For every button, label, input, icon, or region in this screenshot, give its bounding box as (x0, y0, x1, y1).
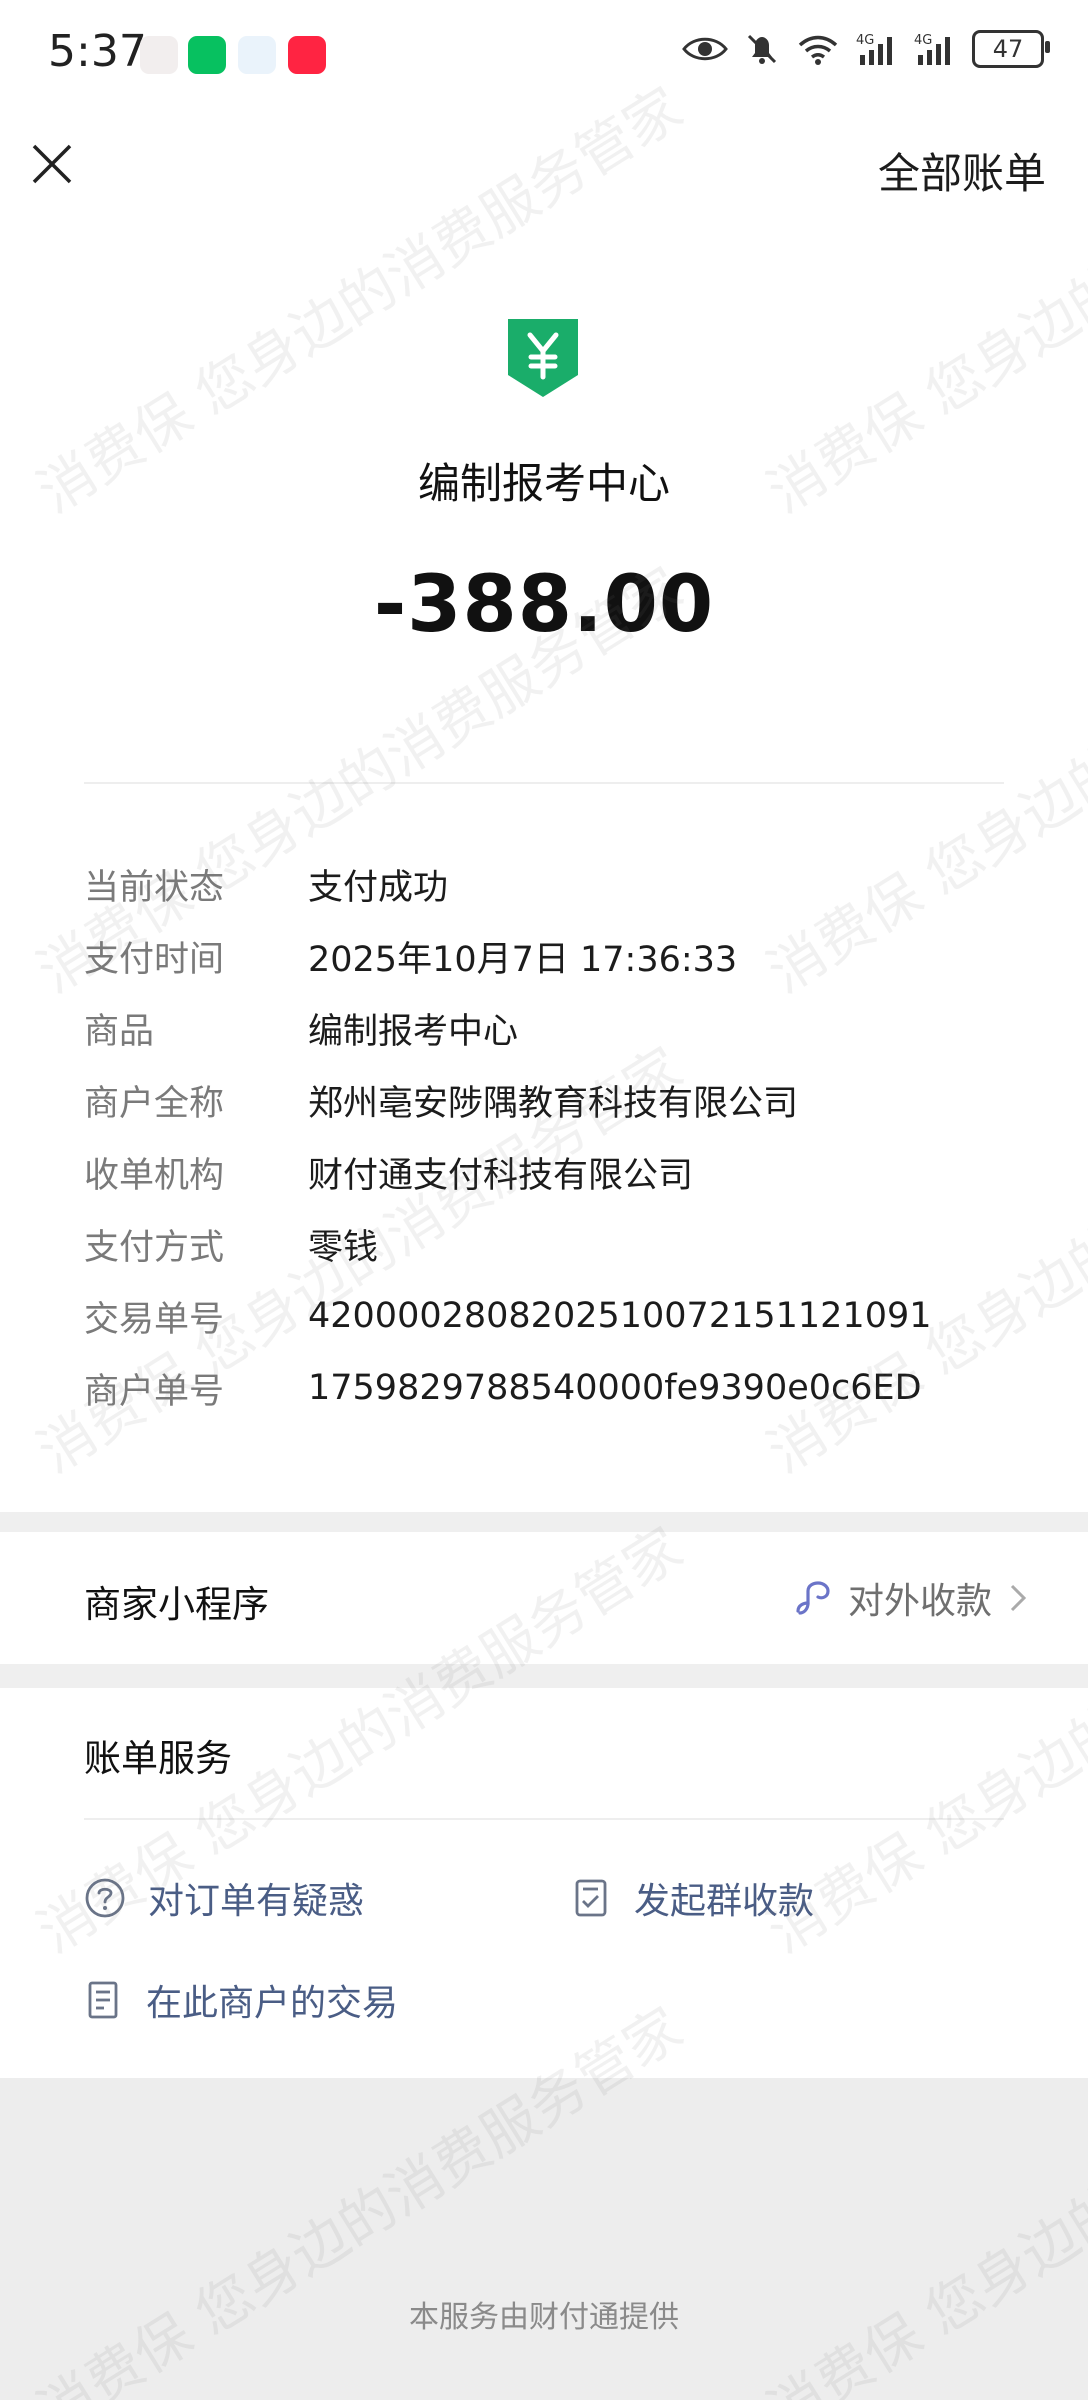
mini-program-label: 商家小程序 (84, 1583, 269, 1626)
group-collect-label: 发起群收款 (634, 1881, 815, 1922)
detail-label: 当前状态 (84, 867, 225, 908)
section-gap (0, 1664, 1088, 1688)
top-bar: 全部账单 (0, 110, 1088, 230)
mini-program-link-label: 对外收款 (847, 1581, 992, 1622)
merchant-name: 编制报考中心 (417, 459, 670, 508)
wifi-icon (798, 35, 838, 65)
merchant-transactions-button[interactable]: 在此商户的交易 (84, 1974, 398, 2026)
detail-row-payment-method: 支付方式 零钱 (84, 1208, 1004, 1280)
detail-value: 郑州亳安陟隅教育科技有限公司 (308, 1083, 799, 1124)
footer-text: 本服务由财付通提供 (409, 2300, 679, 2335)
messages-app-icon (238, 36, 276, 74)
divider (84, 782, 1004, 784)
transaction-details: 当前状态 支付成功 支付时间 2025年10月7日 17:36:33 商品 编制… (84, 848, 1004, 1424)
signal-icon-2: 4G (914, 33, 950, 65)
mini-program-icon (796, 1581, 830, 1615)
close-icon[interactable] (30, 142, 74, 186)
services-title: 账单服务 (84, 1737, 232, 1780)
detail-value: 支付成功 (308, 867, 449, 908)
detail-value: 编制报考中心 (308, 1011, 519, 1052)
receipt-icon (88, 1981, 118, 2019)
detail-row-merchant-order-id: 商户单号 1759829788540000fe9390e0c6ED (84, 1352, 1004, 1424)
detail-row-acquirer: 收单机构 财付通支付科技有限公司 (84, 1136, 1004, 1208)
status-indicators: 4G 4G 47 (682, 30, 1050, 68)
signal-icon: 4G (856, 33, 892, 65)
bill-services: 账单服务 对订单有疑惑 发起群收款 在此商户的交易 (0, 1688, 1088, 2078)
detail-row-merchant-name: 商户全称 郑州亳安陟隅教育科技有限公司 (84, 1064, 1004, 1136)
status-bar: 5:37 4G 4G 47 (0, 0, 1088, 110)
question-icon (85, 1878, 125, 1918)
detail-value: 零钱 (308, 1227, 379, 1268)
mute-bell-icon (747, 34, 777, 64)
detail-label: 交易单号 (84, 1299, 225, 1340)
detail-row-status: 当前状态 支付成功 (84, 848, 1004, 920)
detail-value: 2025年10月7日 17:36:33 (308, 939, 738, 980)
status-time: 5:37 (48, 26, 147, 77)
svg-text:4G: 4G (914, 33, 932, 48)
detail-label: 商品 (84, 1011, 155, 1052)
xiaohongshu-app-icon (288, 36, 326, 74)
detail-row-transaction-id: 交易单号 4200002808202510072151121091 (84, 1280, 1004, 1352)
detail-value: 4200002808202510072151121091 (308, 1296, 932, 1336)
merchant-transactions-label: 在此商户的交易 (146, 1983, 399, 2024)
divider (84, 1818, 1004, 1820)
payment-amount: -388.00 (373, 560, 715, 650)
group-collect-icon (575, 1879, 607, 1917)
wechat-app-icon (188, 36, 226, 74)
detail-value: 1759829788540000fe9390e0c6ED (308, 1368, 922, 1408)
detail-label: 支付方式 (84, 1227, 225, 1268)
eye-icon (682, 37, 728, 61)
detail-label: 支付时间 (84, 939, 225, 980)
mini-program-row[interactable]: 商家小程序 对外收款 (0, 1532, 1088, 1664)
question-order-label: 对订单有疑惑 (148, 1881, 365, 1922)
yuan-payment-icon (508, 319, 578, 397)
detail-row-product: 商品 编制报考中心 (84, 992, 1004, 1064)
detail-label: 收单机构 (84, 1155, 225, 1196)
group-collect-button[interactable]: 发起群收款 (572, 1872, 814, 1924)
mini-program-link[interactable]: 对外收款 (792, 1572, 1030, 1624)
detail-label: 商户单号 (84, 1371, 225, 1412)
chevron-right-icon (1010, 1584, 1027, 1612)
question-order-button[interactable]: 对订单有疑惑 (84, 1872, 364, 1924)
section-gap (0, 1512, 1088, 1532)
detail-row-time: 支付时间 2025年10月7日 17:36:33 (84, 920, 1004, 992)
svg-text:4G: 4G (856, 33, 874, 48)
huawei-app-icon (140, 36, 178, 74)
detail-value: 财付通支付科技有限公司 (308, 1155, 694, 1196)
footer: 本服务由财付通提供 (0, 2078, 1088, 2400)
all-bills-link[interactable]: 全部账单 (878, 140, 1046, 201)
detail-label: 商户全称 (84, 1083, 225, 1124)
battery-indicator: 47 (972, 30, 1050, 68)
